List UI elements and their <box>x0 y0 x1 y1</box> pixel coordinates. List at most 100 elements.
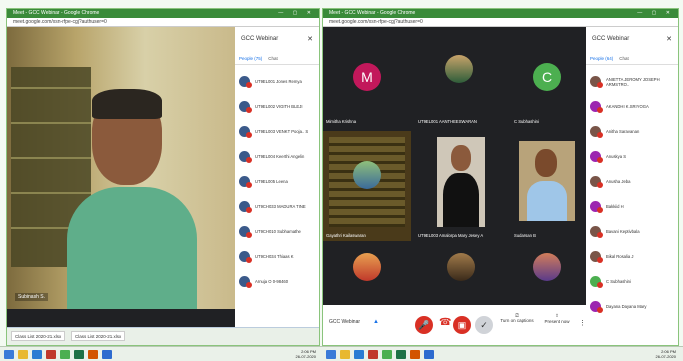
media-icon[interactable] <box>102 350 112 359</box>
participant-tile <box>511 245 583 285</box>
tab-people[interactable]: People (75) <box>239 56 262 61</box>
word-icon[interactable] <box>32 350 42 359</box>
right-panel-close-icon[interactable]: ✕ <box>666 35 672 43</box>
participant-row[interactable]: UT9EL003 VENKT Pooja.. S <box>239 119 319 144</box>
left-window-controls[interactable]: — ▢ ✕ <box>278 9 315 18</box>
more-options-icon[interactable]: ⋮ <box>579 319 586 327</box>
tile-label: Mimitha Krishna <box>326 119 357 124</box>
participant-row[interactable]: Bikal Rosalia J <box>590 244 678 269</box>
participant-tile: C C Subhashini <box>511 31 583 127</box>
tile-label: UT9EL001 AANTHEESWARAN <box>418 119 477 124</box>
right-panel-tabs: People (64) Chat <box>586 42 678 65</box>
present-button[interactable]: ⇪ Present now <box>541 313 573 324</box>
tab-chat[interactable]: Chat <box>619 56 629 61</box>
media-icon[interactable] <box>424 350 434 359</box>
word-icon[interactable] <box>354 350 364 359</box>
participant-row[interactable]: Bakkiid H <box>590 194 678 219</box>
explorer-icon[interactable] <box>340 350 350 359</box>
mic-off-icon <box>597 182 603 188</box>
participant-tile: UT9EL003 Amalorpa Mary Jesey A <box>415 131 507 241</box>
participant-tile <box>415 245 507 285</box>
participant-row[interactable]: Anuskya S <box>590 144 678 169</box>
participant-row[interactable]: UT9EL001 Jones Remya <box>239 69 319 94</box>
participant-row[interactable]: AKANDHI K.SRIYOGA <box>590 94 678 119</box>
left-window-title: Meet - GCC Webinar - Google Chrome <box>13 10 100 16</box>
mic-off-icon[interactable]: 🎤 <box>415 316 433 334</box>
participant-row[interactable]: C Subhashini <box>590 269 678 294</box>
video-feed <box>437 137 485 227</box>
camera-off-icon[interactable]: ▣ <box>453 316 471 334</box>
excel-icon[interactable] <box>396 350 406 359</box>
tile-label: Sudarsan B <box>514 233 536 238</box>
speaker-hair <box>92 89 162 119</box>
mic-off-icon <box>246 107 252 113</box>
download-item[interactable]: Class List 2020-21.xlsx <box>11 331 66 341</box>
participant-row[interactable]: UT9CH010 Subhamathe <box>239 219 319 244</box>
tab-chat[interactable]: Chat <box>268 56 278 61</box>
mic-off-icon <box>597 107 603 113</box>
participant-name: UT9EL002 VIGITH BLEJI <box>255 104 303 109</box>
mic-off-icon <box>597 207 603 213</box>
mic-off-icon <box>246 232 252 238</box>
avatar <box>445 55 473 83</box>
right-window-controls[interactable]: — ▢ ✕ <box>637 9 674 18</box>
check-icon[interactable]: ✓ <box>475 316 493 334</box>
start-icon[interactable] <box>326 350 336 359</box>
pdf-icon[interactable] <box>368 350 378 359</box>
right-browser-window: Meet - GCC Webinar - Google Chrome — ▢ ✕… <box>322 8 679 346</box>
left-meet-area: Subinash S. GCC Webinar ✕ People (75) Ch… <box>7 27 319 345</box>
body <box>443 173 479 227</box>
chrome-icon[interactable] <box>382 350 392 359</box>
powerpoint-icon[interactable] <box>410 350 420 359</box>
participant-row[interactable]: UT9EL005 Leena <box>239 169 319 194</box>
tab-people[interactable]: People (64) <box>590 56 613 61</box>
mic-off-icon <box>597 257 603 263</box>
avatar <box>590 251 603 263</box>
hangup-icon[interactable]: ☎ <box>439 317 451 328</box>
avatar <box>590 126 603 138</box>
left-address-bar[interactable]: meet.google.com/xsn-rfpe-cgj?authuser=0 <box>7 18 319 27</box>
meeting-info-icon[interactable]: ▲ <box>373 319 379 325</box>
download-item[interactable]: Class List 2020-21.xlsx <box>71 331 126 341</box>
excel-icon[interactable] <box>74 350 84 359</box>
pdf-icon[interactable] <box>46 350 56 359</box>
participant-row[interactable]: ANIETTA JEROMY JOSEPH ARMSTRO.. <box>590 69 678 94</box>
avatar <box>239 201 252 213</box>
explorer-icon[interactable] <box>18 350 28 359</box>
avatar <box>239 276 252 288</box>
participant-row[interactable]: Dayana Dayana Mary <box>590 294 678 319</box>
participant-row[interactable]: Anusha Jeba <box>590 169 678 194</box>
participant-row[interactable]: Arnuja O 0-98460 <box>239 269 319 294</box>
powerpoint-icon[interactable] <box>88 350 98 359</box>
left-panel-close-icon[interactable]: ✕ <box>307 35 313 43</box>
avatar: C <box>533 63 561 91</box>
left-people-panel: GCC Webinar ✕ People (75) Chat UT9EL001 … <box>235 27 319 345</box>
participant-row[interactable]: UT9CH034 Thiaas K <box>239 244 319 269</box>
participant-name: UT9EL001 Jones Remya <box>255 79 302 84</box>
participant-name: AKANDHI K.SRIYOGA <box>606 104 649 109</box>
right-title-bar: Meet - GCC Webinar - Google Chrome — ▢ ✕ <box>323 9 678 18</box>
mic-off-icon <box>597 232 603 238</box>
right-address-bar[interactable]: meet.google.com/xsn-rfpe-cgj?authuser=0 <box>323 18 678 27</box>
participant-name: UT9EL005 Leena <box>255 179 288 184</box>
face <box>535 149 557 177</box>
start-icon[interactable] <box>4 350 14 359</box>
participant-row[interactable]: Bavani Keptivbala <box>590 219 678 244</box>
meeting-name[interactable]: GCC Webinar <box>329 319 360 325</box>
captions-button[interactable]: ⎚ Turn on captions <box>499 313 535 323</box>
right-people-panel: GCC Webinar ✕ People (64) Chat ANIETTA J… <box>586 27 678 345</box>
participant-name: Bavani Keptivbala <box>606 229 640 234</box>
mic-off-icon <box>246 207 252 213</box>
right-window-title: Meet - GCC Webinar - Google Chrome <box>329 10 416 16</box>
participant-row[interactable]: UT9CH033 MADURA TINE <box>239 194 319 219</box>
chrome-icon[interactable] <box>60 350 70 359</box>
participant-row[interactable]: Anitha Saravanan <box>590 119 678 144</box>
left-panel-tabs: People (75) Chat <box>235 42 319 65</box>
participant-tile: UT9EL001 AANTHEESWARAN <box>415 31 507 127</box>
mic-off-icon <box>246 132 252 138</box>
right-meet-area: M Mimitha Krishna UT9EL001 AANTHEESWARAN… <box>323 27 678 345</box>
participant-row[interactable]: UT9EL004 Keerthi Angelin <box>239 144 319 169</box>
participant-row[interactable]: UT9EL002 VIGITH BLEJI <box>239 94 319 119</box>
participant-name: ANIETTA JEROMY JOSEPH ARMSTRO.. <box>606 76 660 87</box>
participant-name: Anusha Jeba <box>606 179 631 184</box>
